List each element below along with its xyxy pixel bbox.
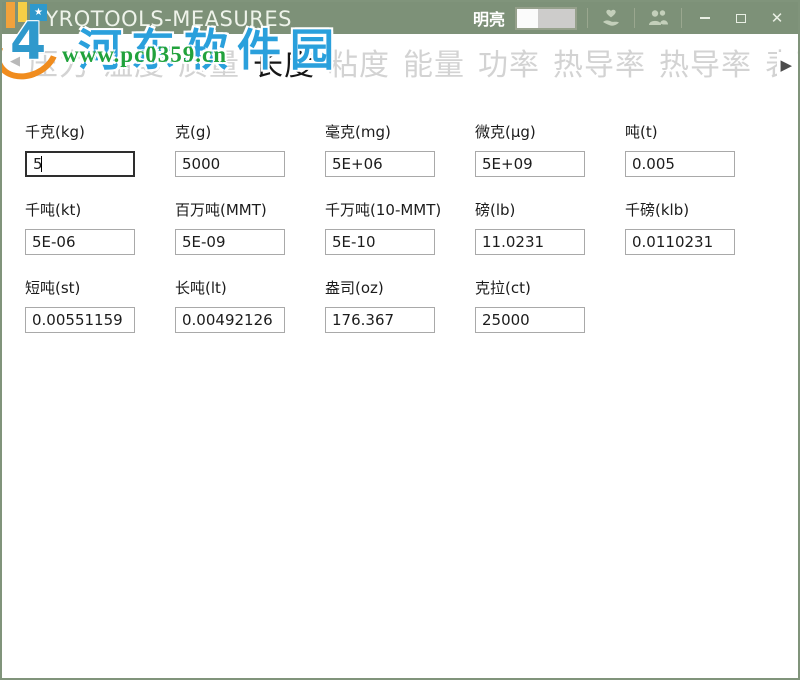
label-t: 吨(t) — [625, 121, 775, 142]
label-ug: 微克(μg) — [475, 121, 625, 142]
maximize-button[interactable] — [728, 7, 754, 29]
tab-thermal-conductivity-2[interactable]: 热导率 — [659, 40, 752, 84]
label-st: 短吨(st) — [25, 277, 175, 298]
field-lt: 长吨(lt) — [175, 277, 325, 333]
users-two-people-icon[interactable] — [645, 7, 671, 29]
input-lb[interactable] — [475, 229, 585, 255]
field-t: 吨(t) — [625, 121, 775, 177]
label-mmt: 百万吨(MMT) — [175, 199, 325, 220]
label-kt: 千吨(kt) — [25, 199, 175, 220]
tab-scroll-left-icon[interactable]: ◀ — [10, 54, 20, 69]
input-t[interactable] — [625, 151, 735, 177]
tab-viscosity[interactable]: 粘度 — [328, 40, 390, 84]
brightness-label: 明亮 — [473, 6, 505, 30]
close-button[interactable]: ✕ — [764, 7, 790, 29]
input-mg[interactable] — [325, 151, 435, 177]
input-lt[interactable] — [175, 307, 285, 333]
titlebar-divider — [634, 8, 635, 28]
input-oz[interactable] — [325, 307, 435, 333]
text-caret — [41, 156, 42, 172]
field-g: 克(g) — [175, 121, 325, 177]
titlebar-divider — [587, 8, 588, 28]
label-10mmt: 千万吨(10-MMT) — [325, 199, 475, 220]
input-klb[interactable] — [625, 229, 735, 255]
field-oz: 盎司(oz) — [325, 277, 475, 333]
tab-pressure[interactable]: 压力 — [28, 40, 90, 84]
input-mmt[interactable] — [175, 229, 285, 255]
label-g: 克(g) — [175, 121, 325, 142]
tabstrip: ◀ 压力 温度 质量 长度 粘度 能量 功率 热导率 热导率 表面张力 ▶ — [2, 34, 798, 90]
field-ug: 微克(μg) — [475, 121, 625, 177]
label-oz: 盎司(oz) — [325, 277, 475, 298]
label-lb: 磅(lb) — [475, 199, 625, 220]
tab-scroll-right-icon[interactable]: ▶ — [777, 52, 794, 78]
field-mmt: 百万吨(MMT) — [175, 199, 325, 255]
input-kt[interactable] — [25, 229, 135, 255]
app-window: TYROTOOLS-MEASURES 明亮 — [0, 0, 800, 680]
label-mg: 毫克(mg) — [325, 121, 475, 142]
input-ug[interactable] — [475, 151, 585, 177]
donate-heart-in-hand-icon[interactable] — [598, 7, 624, 29]
titlebar: TYROTOOLS-MEASURES 明亮 — [2, 2, 798, 34]
titlebar-divider — [681, 8, 682, 28]
converter-fields: 千克(kg) 克(g) 毫克(mg) 微克(μg) 吨(t) 千吨(kt) — [25, 121, 775, 333]
label-ct: 克拉(ct) — [475, 277, 625, 298]
tab-thermal-conductivity-1[interactable]: 热导率 — [553, 40, 646, 84]
tab-mass[interactable]: 质量 — [178, 40, 240, 84]
tab-temperature[interactable]: 温度 — [103, 40, 165, 84]
label-lt: 长吨(lt) — [175, 277, 325, 298]
window-title: TYROTOOLS-MEASURES — [32, 7, 292, 31]
input-st[interactable] — [25, 307, 135, 333]
label-klb: 千磅(klb) — [625, 199, 775, 220]
field-lb: 磅(lb) — [475, 199, 625, 255]
field-st: 短吨(st) — [25, 277, 175, 333]
input-10mmt[interactable] — [325, 229, 435, 255]
minimize-icon — [700, 17, 710, 19]
toggle-knob-icon — [517, 9, 538, 28]
tab-power[interactable]: 功率 — [478, 40, 540, 84]
maximize-icon — [736, 14, 746, 23]
field-ct: 克拉(ct) — [475, 277, 625, 333]
field-mg: 毫克(mg) — [325, 121, 475, 177]
label-kg: 千克(kg) — [25, 121, 175, 142]
field-kg: 千克(kg) — [25, 121, 175, 177]
field-10mmt: 千万吨(10-MMT) — [325, 199, 475, 255]
minimize-button[interactable] — [692, 7, 718, 29]
input-g[interactable] — [175, 151, 285, 177]
brightness-toggle[interactable] — [515, 7, 577, 30]
tab-length[interactable]: 长度 — [253, 40, 315, 84]
field-klb: 千磅(klb) — [625, 199, 775, 255]
tab-energy[interactable]: 能量 — [403, 40, 465, 84]
field-kt: 千吨(kt) — [25, 199, 175, 255]
input-ct[interactable] — [475, 307, 585, 333]
